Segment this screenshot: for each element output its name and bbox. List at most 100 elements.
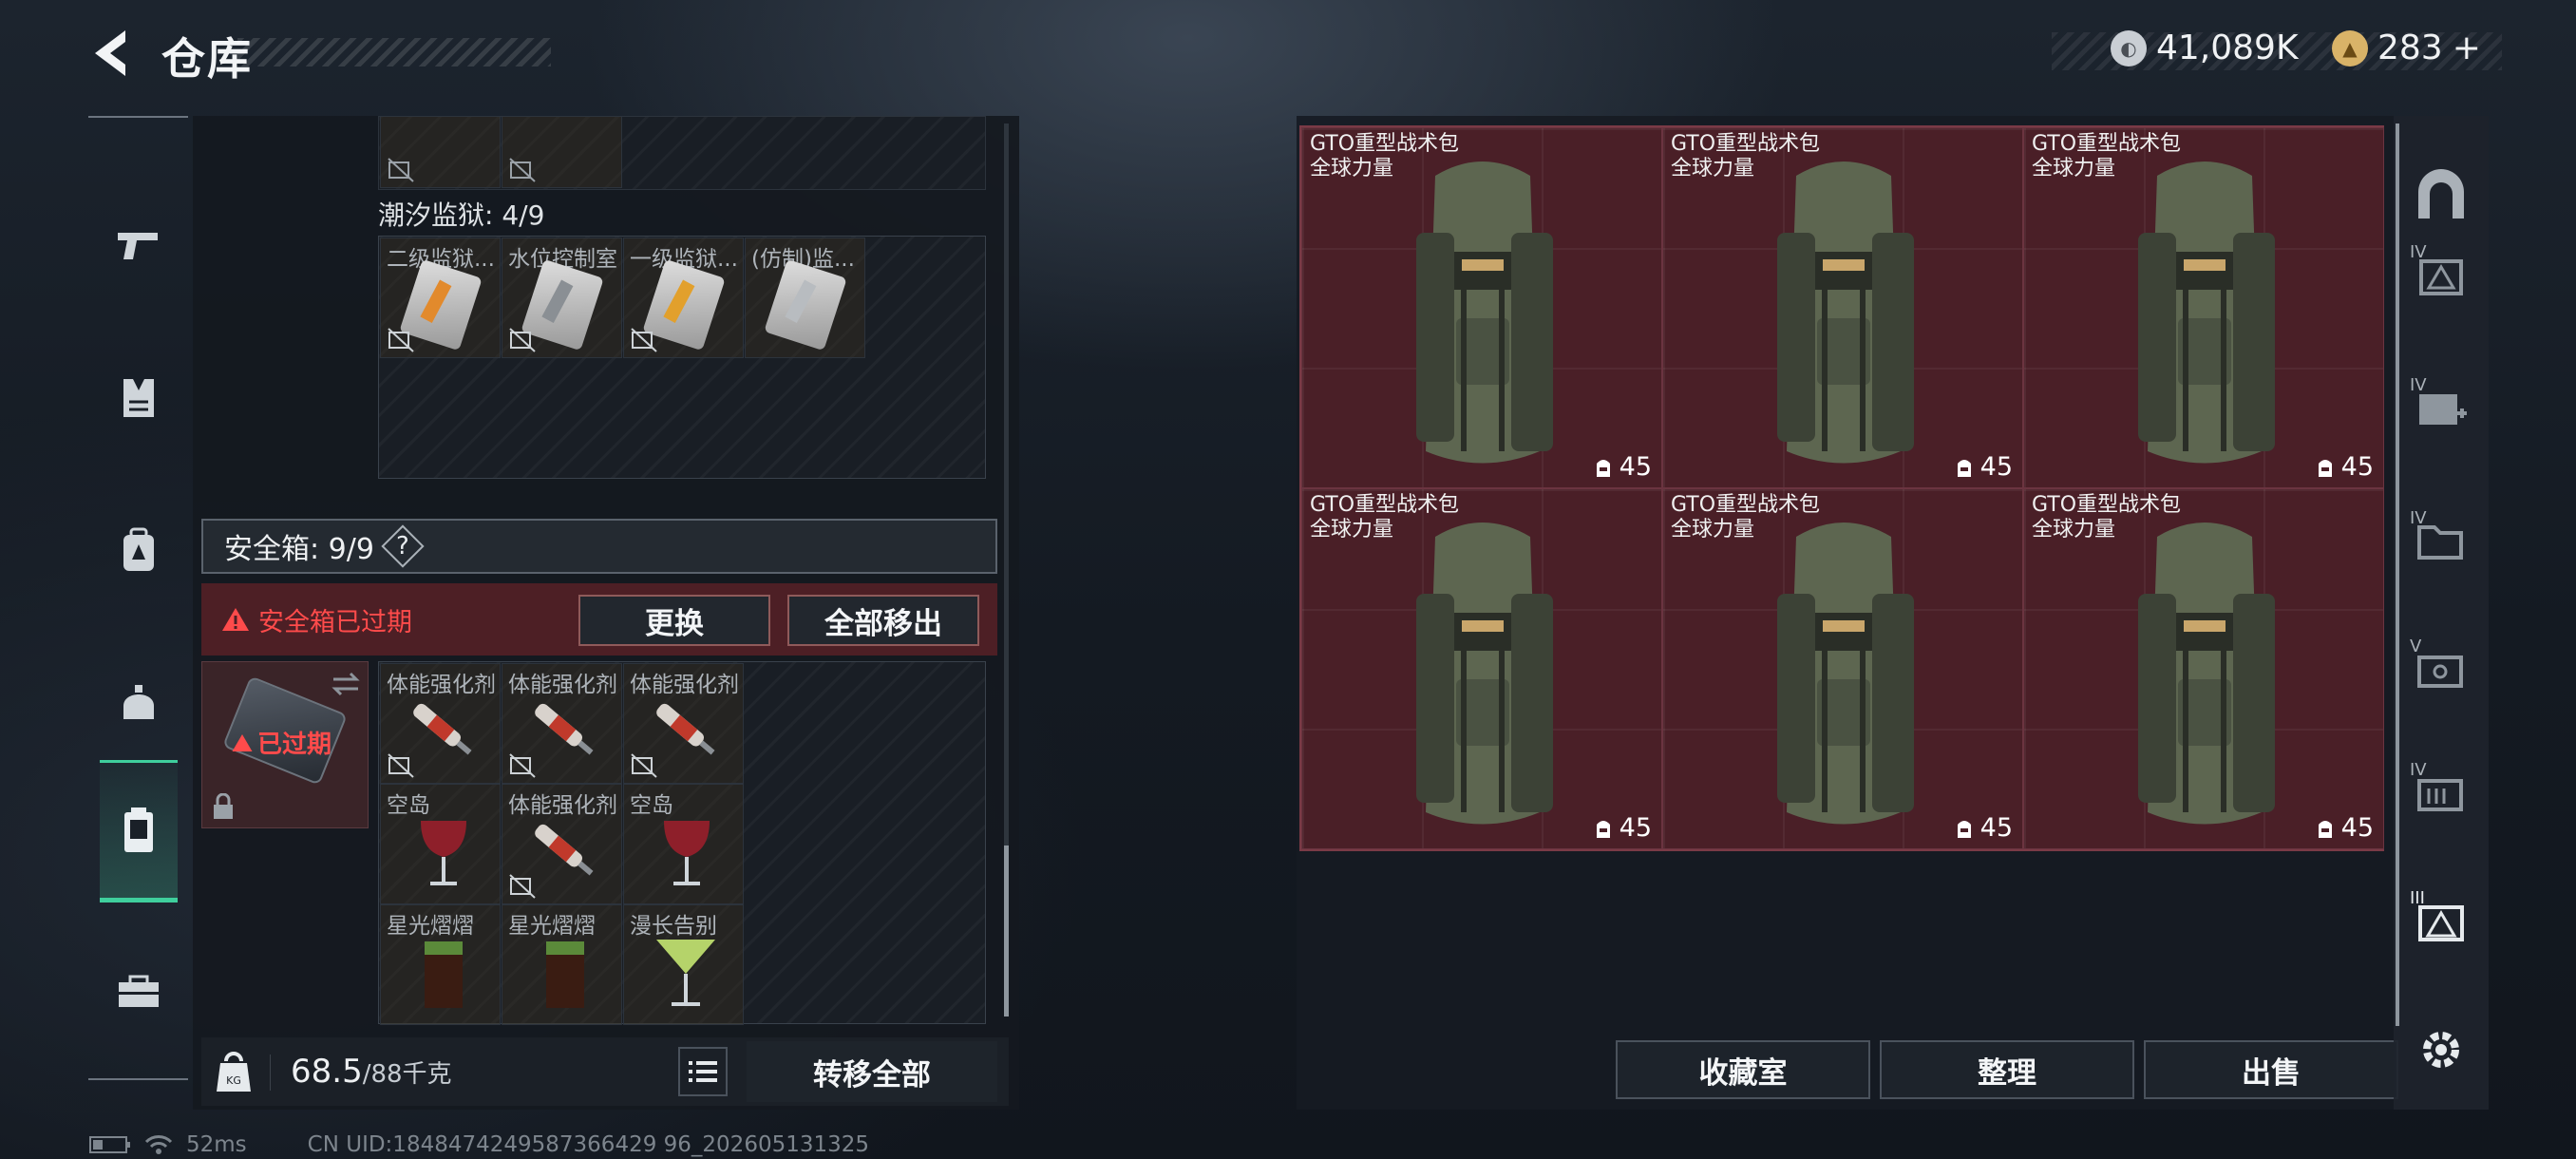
nav-weapons[interactable] xyxy=(88,175,188,317)
safe-item-card[interactable]: 空岛 xyxy=(623,784,744,904)
backpack-count-value: 45 xyxy=(2340,813,2374,843)
martini-icon xyxy=(656,940,715,1006)
helmet-icon xyxy=(123,685,154,719)
capacity-icon xyxy=(1957,459,1971,477)
syringe-icon xyxy=(535,703,594,755)
tab-level-label: IV xyxy=(2410,242,2427,262)
nav-armor[interactable] xyxy=(88,327,188,469)
keycard-icon xyxy=(764,258,847,352)
tide-item-card[interactable]: 一级监狱... xyxy=(623,238,744,358)
wifi-icon xyxy=(144,1135,173,1154)
currency-silver[interactable]: ◐ 41,089K xyxy=(2111,28,2299,67)
safe-item-card[interactable]: 体能强化剂 xyxy=(502,784,622,904)
storage-tab-iii[interactable]: III xyxy=(2408,888,2474,955)
tide-item-card[interactable]: 水位控制室 xyxy=(502,238,622,358)
backpack-icon xyxy=(2138,162,2275,464)
backpack-tag: 全球力量 xyxy=(1671,157,1755,180)
storage-tab-iv-3[interactable]: IV xyxy=(2408,508,2474,575)
tide-item-card[interactable]: 二级监狱... xyxy=(380,238,501,358)
no-insure-icon xyxy=(509,328,536,352)
backpack-item-card[interactable]: GTO重型战术包 全球力量 45 xyxy=(2023,127,2384,488)
backpack-item-card[interactable]: GTO重型战术包 全球力量 45 xyxy=(1301,127,1662,488)
backpack-count-value: 45 xyxy=(1979,813,2013,843)
weight-readout: 68.5 /88千克 xyxy=(291,1053,452,1091)
svg-text:KG: KG xyxy=(226,1074,241,1087)
safe-item-card[interactable]: 星光熠熠 xyxy=(380,904,501,1025)
storage-tab-iv-2[interactable]: IV xyxy=(2408,375,2474,442)
swap-icon[interactable] xyxy=(330,670,362,698)
syringe-icon xyxy=(413,703,472,755)
backpack-tag: 全球力量 xyxy=(1310,157,1394,180)
backpack-count: 45 xyxy=(1954,813,2013,843)
collection-room-button[interactable]: 收藏室 xyxy=(1616,1040,1870,1099)
currency-gold[interactable]: ▲ 283 + xyxy=(2332,28,2481,67)
weight-max: /88千克 xyxy=(362,1060,452,1089)
backpack-tag: 全球力量 xyxy=(1671,518,1755,542)
nav-toolbox[interactable] xyxy=(88,921,188,1063)
safe-item-card[interactable]: 星光熠熠 xyxy=(502,904,622,1025)
safe-box-case[interactable]: 已过期 xyxy=(201,661,369,828)
grid-item-partial[interactable] xyxy=(380,116,501,188)
sell-button[interactable]: 出售 xyxy=(2144,1040,2398,1099)
no-insure-icon xyxy=(631,328,657,352)
backpack-count: 45 xyxy=(2315,813,2374,843)
scrollbar-thumb[interactable] xyxy=(1004,846,1009,1016)
move-all-out-button[interactable]: 全部移出 xyxy=(787,595,979,646)
back-arrow-icon[interactable] xyxy=(84,25,141,82)
tab-level-label: IV xyxy=(2410,760,2427,780)
backpack-count-value: 45 xyxy=(2340,452,2374,482)
silver-amount: 41,089K xyxy=(2156,28,2299,67)
storage-tab-main[interactable] xyxy=(2408,162,2474,228)
nav-helmet[interactable] xyxy=(88,631,188,773)
capacity-icon xyxy=(1957,820,1971,838)
backpack-name-block: GTO重型战术包 全球力量 xyxy=(1671,493,1820,542)
settings-button[interactable] xyxy=(2408,1016,2474,1083)
backpack-item-card[interactable]: GTO重型战术包 全球力量 45 xyxy=(2023,488,2384,849)
safe-item-card[interactable]: 空岛 xyxy=(380,784,501,904)
backpack-name-block: GTO重型战术包 全球力量 xyxy=(2032,132,2181,181)
grid-item-partial[interactable] xyxy=(502,116,622,188)
nav-backpack[interactable] xyxy=(88,479,188,621)
syringe-icon xyxy=(535,824,594,876)
weight-current: 68.5 xyxy=(291,1053,363,1091)
storage-tab-iv-1[interactable]: IV xyxy=(2408,242,2474,309)
battery-icon xyxy=(89,1136,130,1153)
safe-item-card[interactable]: 体能强化剂 xyxy=(623,663,744,784)
tide-prison-label: 潮汐监狱: 4/9 xyxy=(378,200,545,231)
tab-level-label: V xyxy=(2410,636,2422,656)
transfer-all-button[interactable]: 转移全部 xyxy=(747,1041,997,1102)
title-decoration xyxy=(237,38,551,66)
replace-button[interactable]: 更换 xyxy=(578,595,770,646)
backpack-item-card[interactable]: GTO重型战术包 全球力量 45 xyxy=(1301,488,1662,849)
backpack-count: 45 xyxy=(1593,813,1652,843)
toolbox-icon xyxy=(118,975,159,1007)
backpack-name-block: GTO重型战术包 全球力量 xyxy=(1671,132,1820,181)
safe-item-card[interactable]: 漫长告别 xyxy=(623,904,744,1025)
expired-badge: 已过期 xyxy=(231,725,331,760)
gold-plus-icon[interactable]: + xyxy=(2453,28,2481,67)
help-icon[interactable]: ? xyxy=(381,524,425,568)
ping-text: 52ms xyxy=(186,1132,247,1157)
backpack-icon xyxy=(2138,522,2275,825)
tide-item-card[interactable]: (仿制)监... xyxy=(745,238,865,358)
storage-tab-iv-4[interactable]: IV xyxy=(2408,760,2474,826)
backpack-item-card[interactable]: GTO重型战术包 全球力量 45 xyxy=(1662,127,2023,488)
warning-icon xyxy=(232,733,253,751)
organize-button[interactable]: 整理 xyxy=(1880,1040,2134,1099)
list-view-button[interactable] xyxy=(678,1047,728,1096)
storage-scrollbar[interactable] xyxy=(2396,124,2399,1026)
lock-icon xyxy=(214,793,233,819)
safe-box-icon xyxy=(124,808,153,852)
nav-safe-box[interactable] xyxy=(100,760,178,902)
backpack-name: GTO重型战术包 xyxy=(1310,132,1460,156)
category-nav xyxy=(88,116,188,1080)
safe-item-card[interactable]: 体能强化剂 xyxy=(502,663,622,784)
scrollbar-track[interactable] xyxy=(1004,124,1009,1016)
gold-coin-icon: ▲ xyxy=(2332,29,2368,66)
backpack-item-card[interactable]: GTO重型战术包 全球力量 45 xyxy=(1662,488,2023,849)
storage-tab-v[interactable]: V xyxy=(2408,636,2474,703)
backpack-count-value: 45 xyxy=(1619,452,1652,482)
safe-item-card[interactable]: 体能强化剂 xyxy=(380,663,501,784)
tab-level-label: III xyxy=(2410,888,2425,908)
divider xyxy=(270,1054,271,1091)
